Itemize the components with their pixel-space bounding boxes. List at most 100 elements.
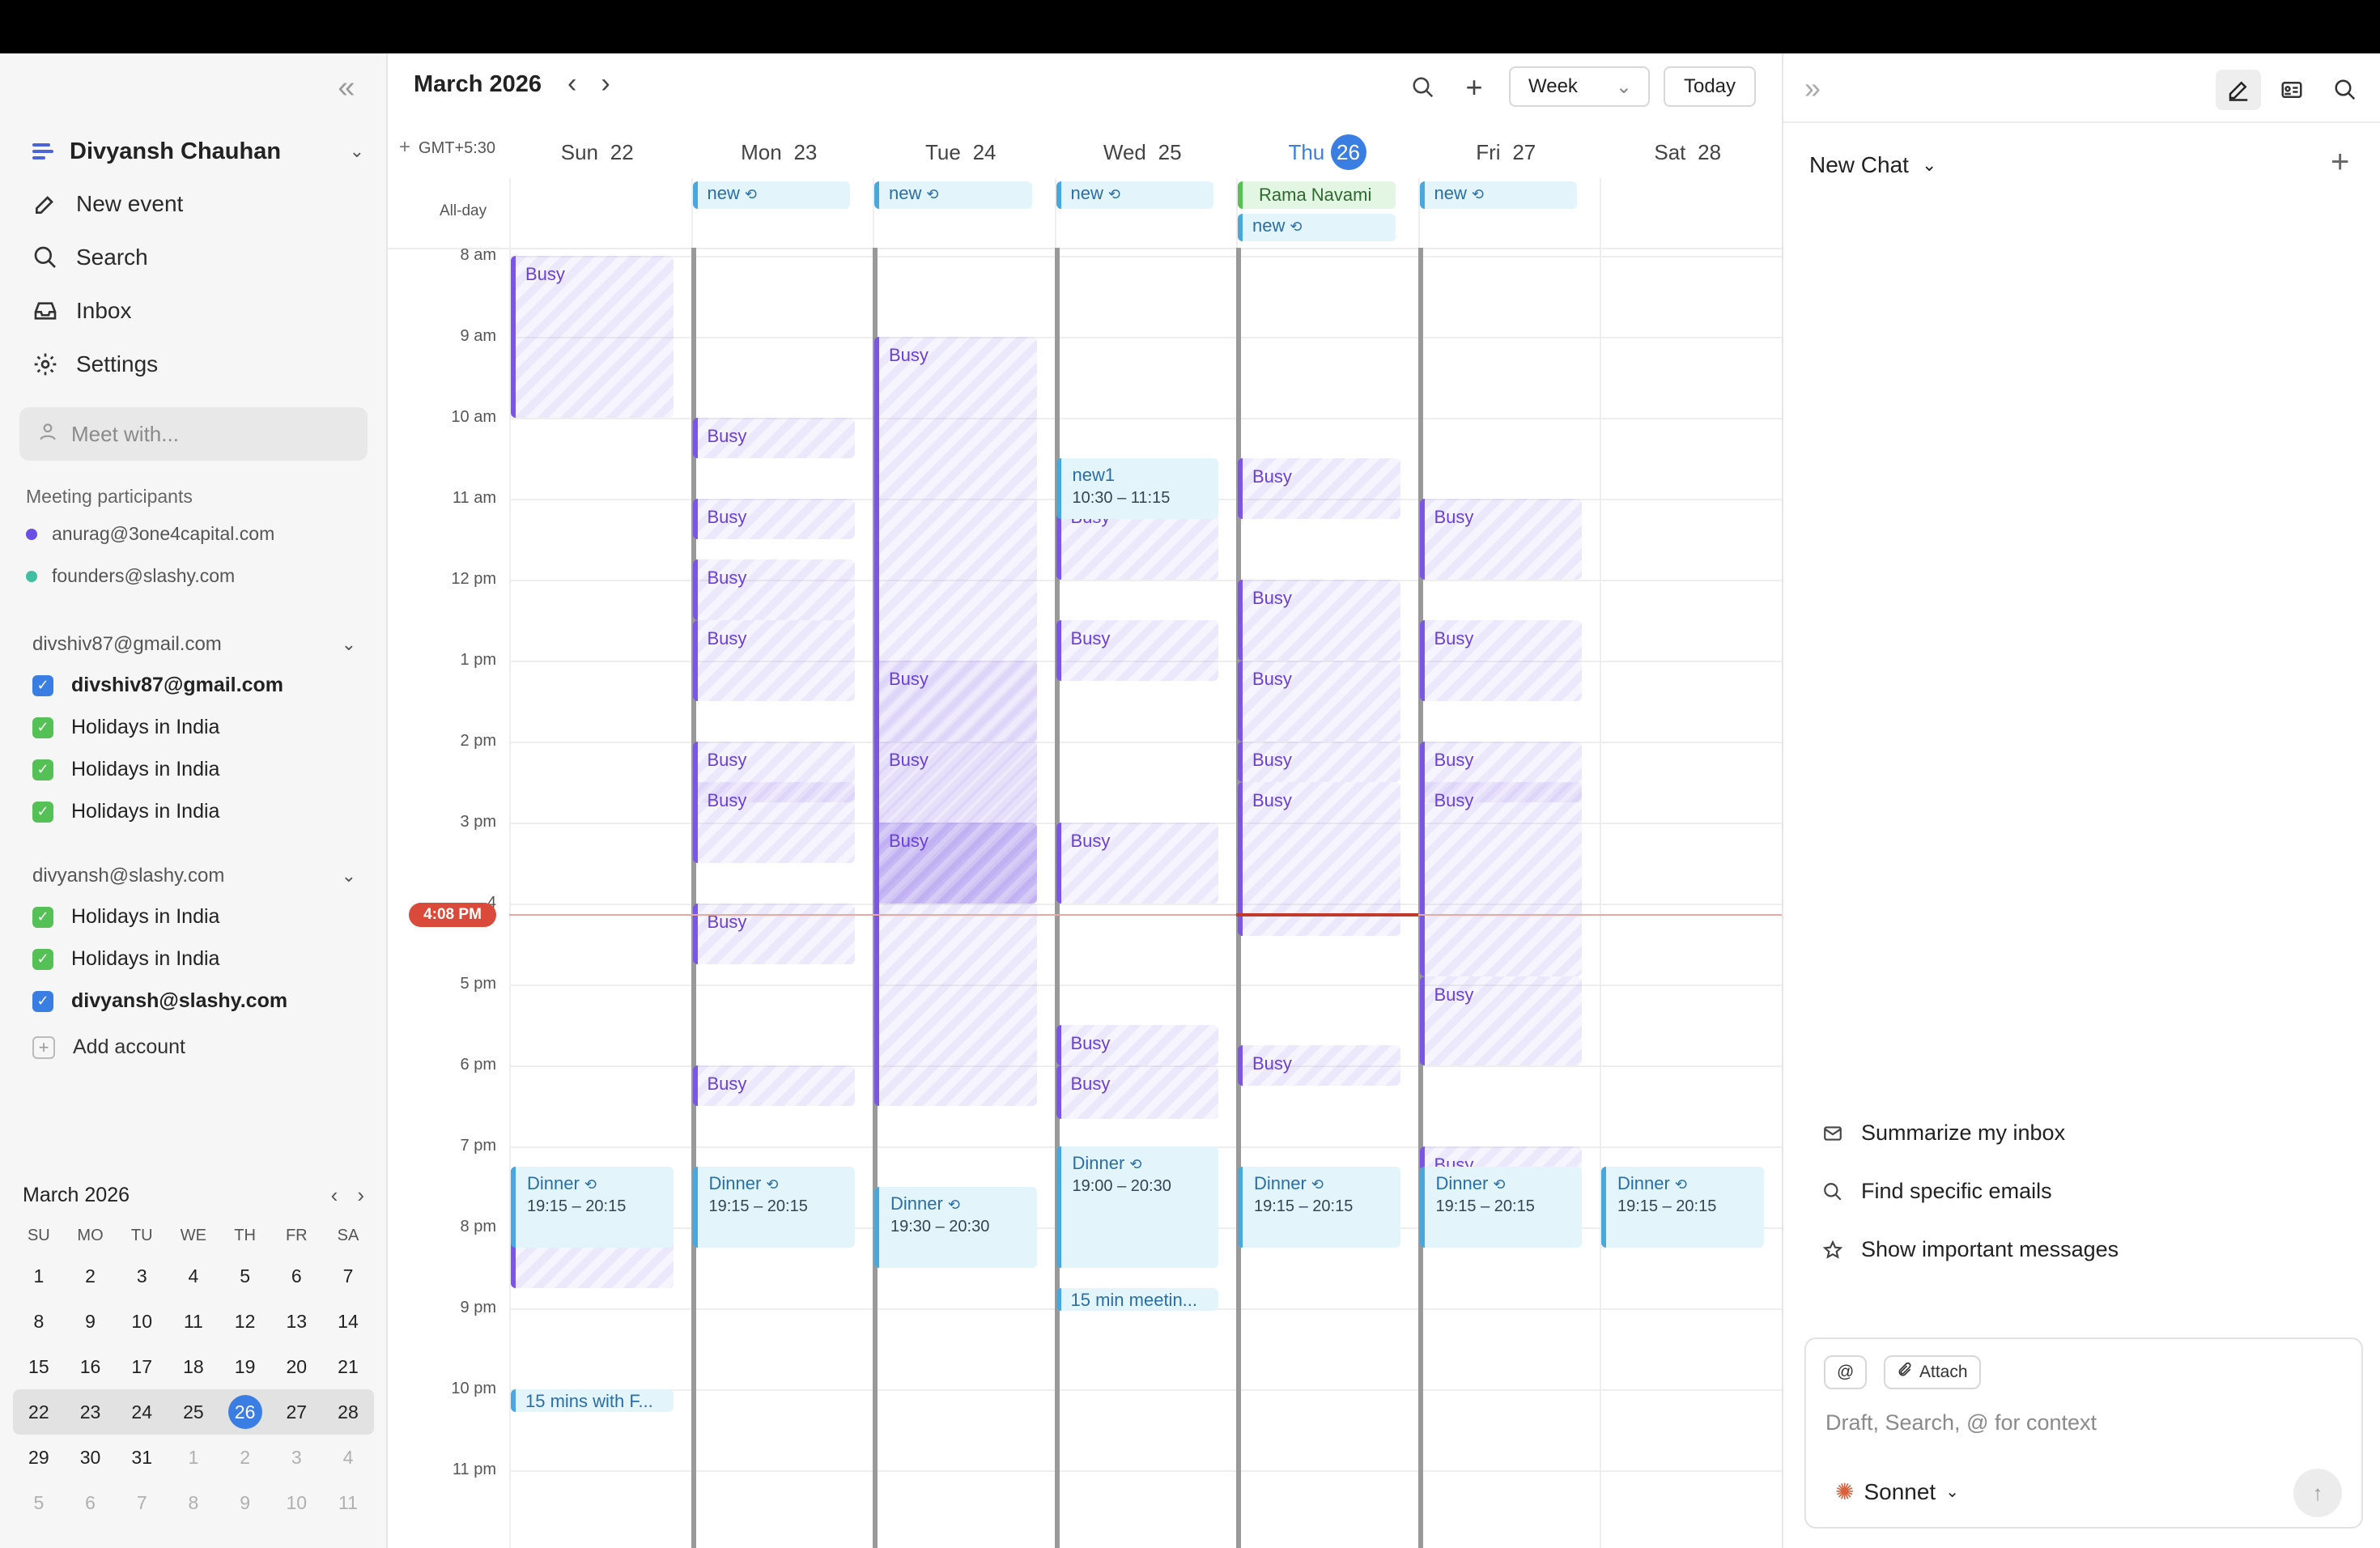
- mini-day[interactable]: 4: [168, 1253, 219, 1299]
- all-day-event[interactable]: Rama Navami: [1238, 181, 1396, 209]
- mini-day[interactable]: 31: [116, 1435, 168, 1480]
- time-grid[interactable]: 8 am 9 am 10 am 11 am 12 pm 1 pm 2 pm 3 pm 4 5 pm…: [388, 248, 1782, 1548]
- chat-suggestion[interactable]: Show important messages: [1822, 1237, 2119, 1262]
- busy-event[interactable]: Busy: [692, 499, 855, 539]
- calendar-event[interactable]: 15 min meetin...: [1056, 1288, 1218, 1311]
- mini-day[interactable]: 7: [116, 1480, 168, 1525]
- mini-day[interactable]: 5: [13, 1480, 65, 1525]
- search-icon[interactable]: [1407, 71, 1439, 104]
- busy-event[interactable]: Busy: [692, 559, 855, 620]
- chat-input-placeholder[interactable]: Draft, Search, @ for context: [1825, 1410, 2097, 1435]
- mini-day[interactable]: 1: [168, 1435, 219, 1480]
- settings-nav-item[interactable]: Settings: [29, 343, 353, 385]
- send-button[interactable]: ↑: [2293, 1469, 2342, 1517]
- busy-event[interactable]: Busy: [874, 823, 1037, 904]
- calendar-event[interactable]: Dinner ⟲ 19:00 – 20:30: [1056, 1146, 1218, 1268]
- compose-icon[interactable]: [2216, 70, 2261, 110]
- mini-day[interactable]: 6: [270, 1253, 322, 1299]
- expand-panel-icon[interactable]: »: [1804, 71, 1821, 105]
- calendar-event[interactable]: Dinner ⟲ 19:15 – 20:15: [1419, 1167, 1582, 1248]
- all-day-event[interactable]: new ⟲: [1056, 181, 1213, 209]
- new-chat-plus-icon[interactable]: +: [2331, 144, 2349, 181]
- busy-event[interactable]: Busy: [511, 256, 674, 418]
- mini-day[interactable]: 16: [65, 1344, 117, 1389]
- calendar-toggle[interactable]: ✓ Holidays in India: [32, 800, 219, 823]
- calendar-event[interactable]: Dinner ⟲ 19:15 – 20:15: [1601, 1167, 1764, 1248]
- mini-day[interactable]: 3: [116, 1253, 168, 1299]
- mini-day[interactable]: 7: [322, 1253, 374, 1299]
- calendar-event[interactable]: Dinner ⟲ 19:15 – 20:15: [1238, 1167, 1400, 1248]
- busy-event[interactable]: Busy: [692, 620, 855, 701]
- busy-event[interactable]: Busy: [1238, 458, 1400, 519]
- mini-day[interactable]: 19: [219, 1344, 271, 1389]
- all-day-event[interactable]: new ⟲: [692, 181, 850, 209]
- busy-event[interactable]: Busy: [1419, 782, 1582, 976]
- all-day-event[interactable]: new ⟲: [1238, 214, 1396, 241]
- mini-day[interactable]: 28: [322, 1389, 374, 1435]
- contact-card-icon[interactable]: [2269, 70, 2314, 110]
- mention-chip[interactable]: @: [1824, 1355, 1868, 1389]
- checkbox-checked-icon[interactable]: ✓: [32, 674, 53, 696]
- chat-suggestion[interactable]: Summarize my inbox: [1822, 1121, 2065, 1146]
- mini-day[interactable]: 24: [116, 1389, 168, 1435]
- mini-day[interactable]: 22: [13, 1389, 65, 1435]
- account-header[interactable]: divshiv87@gmail.com ⌄: [32, 633, 356, 656]
- mini-day[interactable]: 9: [65, 1299, 117, 1344]
- calendar-toggle[interactable]: ✓ divyansh@slashy.com: [32, 989, 287, 1013]
- checkbox-checked-icon[interactable]: ✓: [32, 906, 53, 928]
- calendar-event[interactable]: new1 10:30 – 11:15: [1056, 458, 1218, 519]
- search-nav-item[interactable]: Search: [29, 236, 353, 279]
- mini-day[interactable]: 3: [270, 1435, 322, 1480]
- view-select[interactable]: Week ⌄: [1509, 66, 1650, 107]
- mini-day[interactable]: 15: [13, 1344, 65, 1389]
- busy-event[interactable]: Busy: [1419, 499, 1582, 580]
- meet-with-input[interactable]: Meet with...: [19, 407, 368, 461]
- checkbox-checked-icon[interactable]: ✓: [32, 717, 53, 738]
- mini-day[interactable]: 12: [219, 1299, 271, 1344]
- day-header[interactable]: Sat 28: [1600, 134, 1782, 170]
- participant-item[interactable]: founders@slashy.com: [26, 565, 235, 587]
- busy-event[interactable]: Busy: [874, 661, 1037, 742]
- attach-button[interactable]: Attach: [1884, 1355, 1981, 1389]
- day-header[interactable]: Thu 26: [1236, 134, 1418, 170]
- mini-day[interactable]: 29: [13, 1435, 65, 1480]
- prev-week-icon[interactable]: ‹: [567, 68, 576, 100]
- mini-day[interactable]: 10: [270, 1480, 322, 1525]
- busy-event[interactable]: Busy: [692, 1065, 855, 1106]
- busy-event[interactable]: Busy: [1238, 1045, 1400, 1086]
- mini-day[interactable]: 30: [65, 1435, 117, 1480]
- calendar-toggle[interactable]: ✓ Holidays in India: [32, 905, 219, 929]
- search-icon[interactable]: [2323, 70, 2368, 110]
- checkbox-checked-icon[interactable]: ✓: [32, 990, 53, 1012]
- new-event-button[interactable]: New event: [29, 183, 353, 225]
- day-header[interactable]: Wed 25: [1055, 134, 1237, 170]
- mini-day[interactable]: 11: [322, 1480, 374, 1525]
- checkbox-checked-icon[interactable]: ✓: [32, 801, 53, 823]
- mini-day[interactable]: 17: [116, 1344, 168, 1389]
- inbox-nav-item[interactable]: Inbox: [29, 290, 353, 332]
- calendar-event[interactable]: 15 mins with F...: [511, 1389, 674, 1412]
- chat-composer[interactable]: @ Attach Draft, Search, @ for context ✺ …: [1804, 1337, 2363, 1529]
- mini-day[interactable]: 6: [65, 1480, 117, 1525]
- day-header[interactable]: Fri 27: [1418, 134, 1600, 170]
- all-day-event[interactable]: new ⟲: [874, 181, 1032, 209]
- mini-day[interactable]: 23: [64, 1389, 117, 1435]
- mini-day[interactable]: 21: [322, 1344, 374, 1389]
- mini-day[interactable]: 5: [219, 1253, 271, 1299]
- mini-day[interactable]: 26: [219, 1389, 271, 1435]
- busy-event[interactable]: Busy: [1419, 976, 1582, 1065]
- model-selector[interactable]: ✺ Sonnet ⌄: [1835, 1478, 1959, 1505]
- mini-day[interactable]: 18: [168, 1344, 219, 1389]
- calendar-toggle[interactable]: ✓ divshiv87@gmail.com: [32, 674, 283, 697]
- mini-day[interactable]: 27: [270, 1389, 323, 1435]
- collapse-sidebar-icon[interactable]: «: [330, 72, 363, 105]
- day-header[interactable]: Sun 22: [509, 134, 691, 170]
- next-week-icon[interactable]: ›: [601, 68, 610, 100]
- add-account-button[interactable]: + Add account: [32, 1036, 185, 1059]
- busy-event[interactable]: Busy: [874, 742, 1037, 823]
- mini-day[interactable]: 14: [322, 1299, 374, 1344]
- mini-day[interactable]: 10: [116, 1299, 168, 1344]
- busy-event[interactable]: Busy: [1056, 1025, 1218, 1065]
- participant-item[interactable]: anurag@3one4capital.com: [26, 523, 274, 545]
- mini-day[interactable]: 2: [219, 1435, 271, 1480]
